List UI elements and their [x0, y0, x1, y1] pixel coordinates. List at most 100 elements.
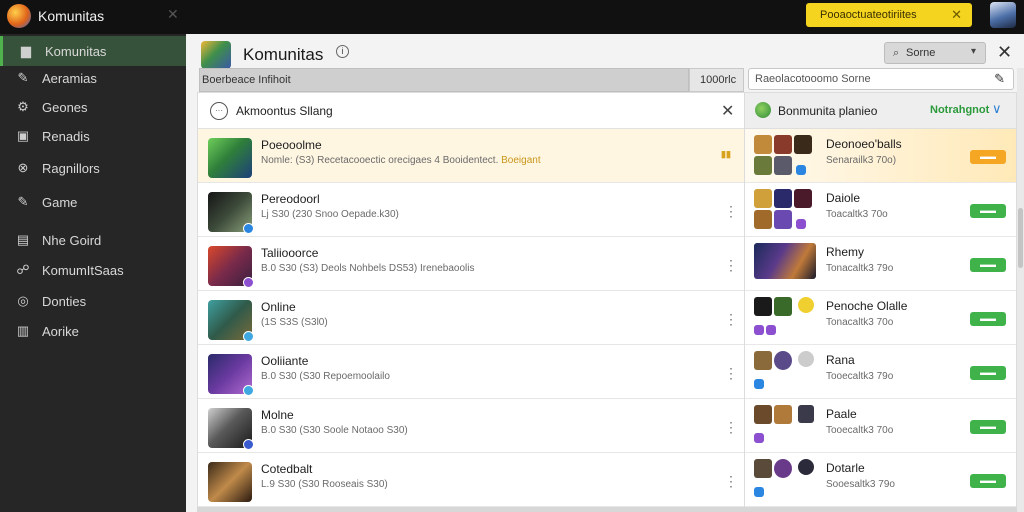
game-thumbnail — [208, 192, 254, 234]
filter-bar[interactable]: Boerbeace Infihoit — [199, 68, 689, 92]
horizontal-scrollbar[interactable] — [197, 507, 1017, 512]
friend-action-button[interactable]: ▬▬ — [970, 312, 1006, 326]
titlebar-close-icon[interactable]: ✕ — [167, 6, 179, 23]
chat-bubble-icon: ··· — [210, 102, 228, 120]
info-icon[interactable]: i — [336, 45, 349, 58]
sidebar-item-aorike[interactable]: ▥ Aorike — [0, 316, 186, 346]
more-options-icon[interactable]: ⋮ — [724, 473, 738, 490]
community-logo-icon — [201, 41, 231, 69]
more-options-icon[interactable]: ⋮ — [724, 203, 738, 220]
sidebar-item-label: Nhe Goird — [42, 233, 102, 248]
friend-item[interactable]: Rana Tooecaltk3 79o ▬▬ — [745, 345, 1016, 399]
sidebar-item-komumitsaas[interactable]: ☍ KomumItSaas — [0, 255, 186, 285]
status-badge: Notrahgnot — [930, 104, 990, 116]
friend-action-button[interactable]: ▬▬ — [970, 420, 1006, 434]
list-item[interactable]: Online (1S S3S (S3l0) ⋮ — [198, 291, 744, 345]
list-item[interactable]: Taliiooorce B.0 S30 (S3) Deols Nohbels D… — [198, 237, 744, 291]
game-thumbnail — [208, 354, 254, 396]
friend-item[interactable]: Paale Tooecaltk3 70o ▬▬ — [745, 399, 1016, 453]
sidebar-item-donties[interactable]: ◎ Donties — [0, 286, 186, 316]
friend-avatar-group — [754, 351, 818, 395]
friend-name: Rhemy — [826, 245, 865, 259]
flag-icon[interactable]: ▮▮ — [721, 149, 731, 160]
verified-badge-icon — [243, 439, 254, 450]
list-item-title: Cotedbalt — [261, 462, 313, 476]
app-name: Komunitas — [38, 8, 105, 24]
friend-action-button[interactable]: ▬▬ — [970, 150, 1006, 164]
avatar — [774, 459, 792, 478]
community-list-panel: ··· Akmoontus Sllang ✕ Poeooolme Nomle: … — [197, 92, 745, 512]
friend-item[interactable]: Dotarle Sooesaltk3 79o ▬▬ — [745, 453, 1016, 507]
vertical-scrollbar[interactable] — [1017, 68, 1024, 512]
scrollbar-thumb[interactable] — [1018, 208, 1023, 268]
friend-item[interactable]: Daiole Toacaltk3 70o ▬▬ — [745, 183, 1016, 237]
friend-item[interactable]: Penoche Olalle Tonacaltk3 70o ▬▬ — [745, 291, 1016, 345]
sidebar-item-ragnillors[interactable]: ⊗ Ragnillors — [0, 153, 186, 183]
friend-action-button[interactable]: ▬▬ — [970, 204, 1006, 218]
game-thumbnail — [208, 462, 252, 502]
list-item[interactable]: Cotedbalt L.9 S30 (S30 Rooseais S30) ⋮ — [198, 453, 744, 507]
sidebar-item-nhe-goird[interactable]: ▤ Nhe Goird — [0, 225, 186, 255]
avatar — [774, 189, 792, 208]
more-options-icon[interactable]: ⋮ — [724, 419, 738, 436]
friend-item[interactable]: Deonoeo'balls Senarailk3 70o) ▬▬ — [745, 129, 1016, 183]
list-item-title: Pereodoorl — [261, 192, 320, 206]
notice-banner[interactable]: Pooaoctuateotiriites ✕ — [806, 3, 972, 27]
avatar — [774, 405, 792, 424]
list-item-title: Taliiooorce — [261, 246, 319, 260]
user-avatar[interactable] — [990, 2, 1016, 28]
friend-status: Tonacaltk3 79o — [826, 263, 894, 274]
avatar — [754, 351, 772, 370]
list-item[interactable]: Poeooolme Nomle: (S3) Recetacooectic ore… — [198, 129, 744, 183]
avatar — [754, 156, 772, 175]
friend-avatar-group — [754, 189, 818, 233]
avatar — [754, 459, 772, 478]
friend-action-button[interactable]: ▬▬ — [970, 366, 1006, 380]
notice-close-icon[interactable]: ✕ — [951, 7, 962, 23]
game-thumbnail — [208, 246, 254, 288]
more-options-icon[interactable]: ⋮ — [724, 257, 738, 274]
list-item-meta: B.0 S30 (S30 Repoemoolailo — [261, 371, 390, 382]
avatar — [774, 351, 792, 370]
chevron-down-icon[interactable]: ∨ — [992, 101, 1002, 117]
avatar — [794, 189, 812, 208]
friend-status: Toacaltk3 70o — [826, 209, 888, 220]
friend-name: Rana — [826, 353, 855, 367]
title-bar: Komunitas ✕ Pooaoctuateotiriites ✕ — [0, 0, 1024, 34]
list-item[interactable]: Pereodoorl Lj S30 (230 Snoo Oepade.k30) … — [198, 183, 744, 237]
list-item[interactable]: Ooliiante B.0 S30 (S30 Repoemoolailo ⋮ — [198, 345, 744, 399]
sidebar: ▆ Komunitas ✎ Aeramias ⚙ Geones ▣ Renadi… — [0, 34, 186, 512]
avatar — [774, 297, 792, 316]
friend-avatar-group — [754, 297, 818, 341]
search-icon: ⌕ — [893, 47, 900, 59]
friend-item[interactable]: Rhemy Tonacaltk3 79o ▬▬ — [745, 237, 1016, 291]
sidebar-item-geones[interactable]: ⚙ Geones — [0, 92, 186, 122]
close-icon[interactable]: ✕ — [721, 101, 734, 121]
more-options-icon[interactable]: ⋮ — [724, 311, 738, 328]
list-item[interactable]: Molne B.0 S30 (S30 Soole Notaoo S30) ⋮ — [198, 399, 744, 453]
verified-badge-icon — [243, 331, 254, 342]
friend-name: Penoche Olalle — [826, 299, 908, 313]
list-item-meta-text: Nomle: (S3) Recetacooectic orecigaes 4 B… — [261, 155, 499, 166]
online-dot-icon — [796, 165, 806, 175]
community-list-header: ··· Akmoontus Sllang ✕ — [198, 93, 744, 129]
sidebar-item-label: Geones — [42, 100, 88, 115]
friend-action-button[interactable]: ▬▬ — [970, 474, 1006, 488]
sidebar-item-game[interactable]: ✎ Game — [0, 187, 186, 217]
search-dropdown[interactable]: ⌕ Sorne ▾ — [884, 42, 986, 64]
person-icon: ✎ — [17, 70, 29, 85]
friends-panel-header[interactable]: Bonmunita planieo Notrahgnot ∨ — [745, 93, 1016, 129]
chat-icon: ▣ — [16, 128, 30, 143]
sidebar-item-komunitas[interactable]: ▆ Komunitas — [0, 36, 186, 66]
more-options-icon[interactable]: ⋮ — [724, 365, 738, 382]
sidebar-item-renadis[interactable]: ▣ Renadis — [0, 121, 186, 151]
verified-badge-icon — [243, 277, 254, 288]
list-item-title: Poeooolme — [261, 138, 322, 152]
edit-icon[interactable]: ✎ — [994, 71, 1005, 87]
friends-search-input[interactable]: Raeolacotooomo Sorne ✎ — [748, 68, 1014, 90]
game-thumbnail — [208, 408, 254, 450]
close-icon[interactable]: ✕ — [997, 42, 1012, 63]
sidebar-item-aeramias[interactable]: ✎ Aeramias — [0, 63, 186, 93]
friend-action-button[interactable]: ▬▬ — [970, 258, 1006, 272]
online-dot-icon — [754, 487, 764, 497]
